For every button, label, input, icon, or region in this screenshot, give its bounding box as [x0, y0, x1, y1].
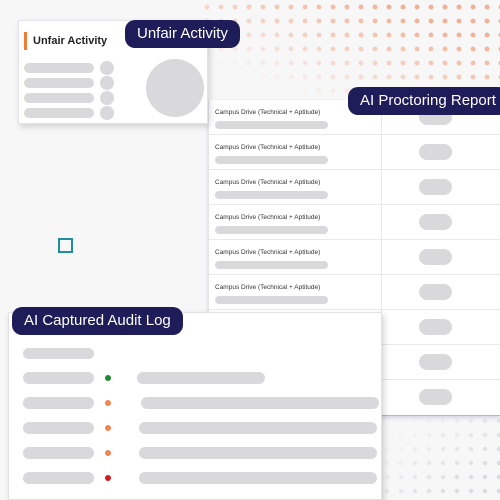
skeleton-line: [24, 63, 94, 73]
row-action-button[interactable]: [419, 319, 452, 335]
skeleton-line: [139, 472, 377, 484]
skeleton-line: [23, 422, 94, 434]
status-dot-icon: [105, 400, 111, 406]
skeleton-line: [23, 447, 94, 459]
row-action-button[interactable]: [419, 284, 452, 300]
skeleton-line: [23, 372, 94, 384]
row-label: Campus Drive (Technical + Aptitude): [215, 179, 321, 186]
skeleton-bar: [215, 191, 328, 199]
skeleton-dot: [100, 106, 114, 120]
skeleton-bar: [215, 156, 328, 164]
avatar-placeholder: [146, 59, 204, 117]
skeleton-line: [141, 397, 379, 409]
column-divider: [381, 170, 382, 205]
skeleton-line: [137, 372, 265, 384]
row-action-button[interactable]: [419, 389, 452, 405]
row-label: Campus Drive (Technical + Aptitude): [215, 284, 321, 291]
column-divider: [381, 240, 382, 275]
audit-log-badge: AI Captured Audit Log: [12, 307, 183, 335]
row-action-button[interactable]: [419, 179, 452, 195]
skeleton-bar: [215, 226, 328, 234]
table-row[interactable]: Campus Drive (Technical + Aptitude): [209, 170, 500, 205]
skeleton-line: [139, 422, 377, 434]
status-dot-icon: [105, 425, 111, 431]
skeleton-line: [23, 397, 94, 409]
unfair-activity-badge: Unfair Activity: [125, 20, 240, 48]
row-action-button[interactable]: [419, 144, 452, 160]
skeleton-line: [24, 78, 94, 88]
table-row[interactable]: Campus Drive (Technical + Aptitude): [209, 205, 500, 240]
status-dot-icon: [105, 475, 111, 481]
table-row[interactable]: Campus Drive (Technical + Aptitude): [209, 135, 500, 170]
skeleton-line: [24, 93, 94, 103]
skeleton-bar: [215, 261, 328, 269]
row-action-button[interactable]: [419, 214, 452, 230]
skeleton-line: [23, 472, 94, 484]
row-label: Campus Drive (Technical + Aptitude): [215, 214, 321, 221]
column-divider: [381, 205, 382, 240]
table-row[interactable]: Campus Drive (Technical + Aptitude): [209, 240, 500, 275]
status-dot-icon: [105, 450, 111, 456]
skeleton-line: [139, 447, 377, 459]
proctoring-report-badge: AI Proctoring Report: [348, 87, 500, 115]
skeleton-dot: [100, 61, 114, 75]
skeleton-bar: [215, 296, 328, 304]
skeleton-dot: [100, 91, 114, 105]
unfair-activity-card-title: Unfair Activity: [24, 32, 107, 50]
square-outline-icon: [58, 238, 73, 253]
status-dot-icon: [105, 375, 111, 381]
row-action-button[interactable]: [419, 354, 452, 370]
row-label: Campus Drive (Technical + Aptitude): [215, 249, 321, 256]
row-label: Campus Drive (Technical + Aptitude): [215, 144, 321, 151]
column-divider: [381, 135, 382, 170]
skeleton-dot: [100, 76, 114, 90]
column-divider: [381, 275, 382, 310]
skeleton-bar: [215, 121, 328, 129]
audit-log-card: [8, 312, 382, 500]
skeleton-line: [24, 108, 94, 118]
skeleton-line: [23, 348, 94, 359]
table-row[interactable]: Campus Drive (Technical + Aptitude): [209, 275, 500, 310]
row-label: Campus Drive (Technical + Aptitude): [215, 109, 321, 116]
row-action-button[interactable]: [419, 249, 452, 265]
